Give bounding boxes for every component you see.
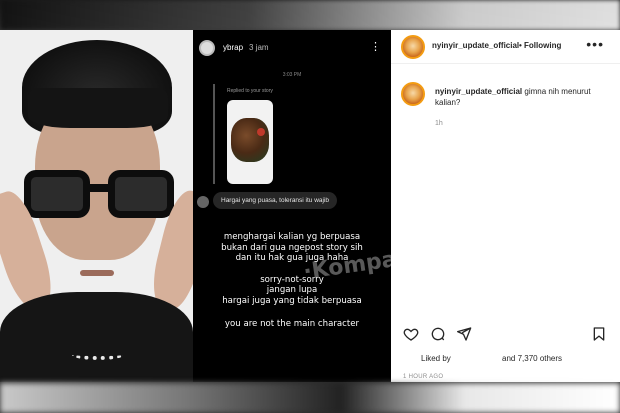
screenshot-collage: ybrap 3 jam ⋮ 3:03 PM Replied to your st… [0,0,620,413]
glasses [24,170,174,218]
chain-necklace [72,350,124,360]
right-lens [108,170,174,218]
food-image [231,118,269,162]
sender-avatar [197,196,209,208]
heart-icon[interactable] [403,326,419,342]
story-username[interactable]: ybrap [223,43,243,52]
post-header: nyinyir_update_official • Following ••• [391,30,620,64]
message-bubble: Hargai yang puasa, toleransi itu wajib [213,192,338,209]
jacket [0,292,193,382]
story-avatar[interactable] [199,40,215,56]
story-time: 3 jam [249,43,269,52]
story-reply-panel: ybrap 3 jam ⋮ 3:03 PM Replied to your st… [193,30,391,382]
blurred-bottom-strip [0,383,620,413]
comment-avatar[interactable] [401,82,425,106]
chat-timestamp: 3:03 PM [282,72,302,78]
story-caption: menghargai kalian yg berpuasa bukan dari… [193,232,391,339]
chili-garnish [257,128,265,136]
likes-count[interactable]: and 7,370 others [502,354,562,363]
more-options-icon[interactable]: ••• [586,36,604,52]
post-timestamp: 1 HOUR AGO [403,374,444,380]
more-options-icon[interactable]: ⋮ [370,40,381,53]
story-thumbnail[interactable] [227,100,273,184]
reply-label: Replied to your story [227,88,273,94]
caption-line: hargai juga yang tidak berpuasa [222,295,362,306]
caption-line: menghargai kalian yg berpuasa [223,232,361,242]
mouth [80,270,114,276]
caption-line: you are not the main character [224,319,360,329]
bookmark-icon[interactable] [591,326,607,342]
send-icon[interactable] [456,326,472,342]
caption-line: jangan lupa [266,285,318,295]
comment-text: nyinyir_update_official gimna nih menuru… [435,86,605,108]
left-lens [24,170,90,218]
liked-by-label: Liked by [421,354,451,363]
story-header: ybrap 3 jam ⋮ [199,40,385,58]
post-username[interactable]: nyinyir_update_official [432,41,519,50]
comment-username[interactable]: nyinyir_update_official [435,87,522,96]
comment-icon[interactable] [430,326,446,342]
caption-comment: nyinyir_update_official gimna nih menuru… [391,78,620,138]
account-avatar[interactable] [401,35,425,59]
comment-time: 1h [435,120,443,127]
portrait-photo [0,30,193,382]
action-bar [391,324,620,344]
instagram-post: nyinyir_update_official • Following ••• … [391,30,620,382]
fringe [28,88,168,128]
following-button[interactable]: • Following [519,41,561,50]
blurred-top-strip [0,0,620,30]
